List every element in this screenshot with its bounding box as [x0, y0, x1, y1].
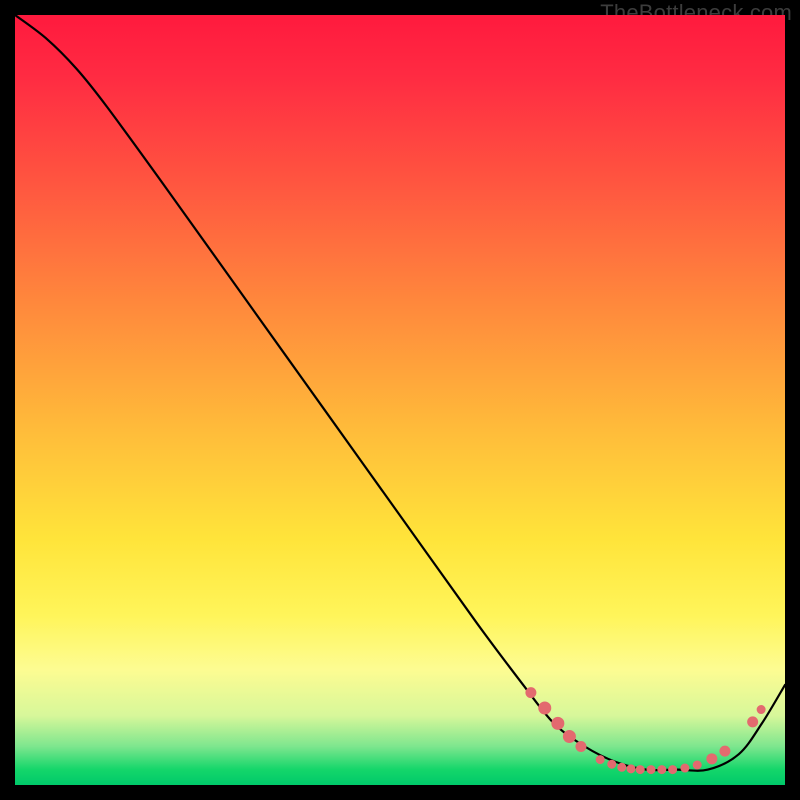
plot-area	[15, 15, 785, 785]
chart-svg	[15, 15, 785, 785]
data-point-marker	[596, 756, 604, 764]
data-point-marker	[720, 746, 730, 756]
bottleneck-curve	[15, 15, 785, 771]
chart-frame: TheBottleneck.com	[0, 0, 800, 800]
data-point-marker	[563, 730, 575, 742]
data-point-marker	[608, 760, 616, 768]
data-point-marker	[576, 742, 586, 752]
data-point-marker	[552, 717, 564, 729]
data-point-marker	[627, 765, 635, 773]
data-point-marker	[757, 706, 765, 714]
data-point-marker	[618, 763, 626, 771]
data-point-marker	[669, 766, 677, 774]
data-point-marker	[681, 764, 689, 772]
data-point-marker	[693, 761, 701, 769]
data-point-marker	[707, 754, 717, 764]
data-point-marker	[658, 766, 666, 774]
data-point-marker	[636, 766, 644, 774]
data-point-marker	[748, 717, 758, 727]
data-point-marker	[539, 702, 551, 714]
data-point-marker	[647, 766, 655, 774]
data-point-marker	[526, 688, 536, 698]
